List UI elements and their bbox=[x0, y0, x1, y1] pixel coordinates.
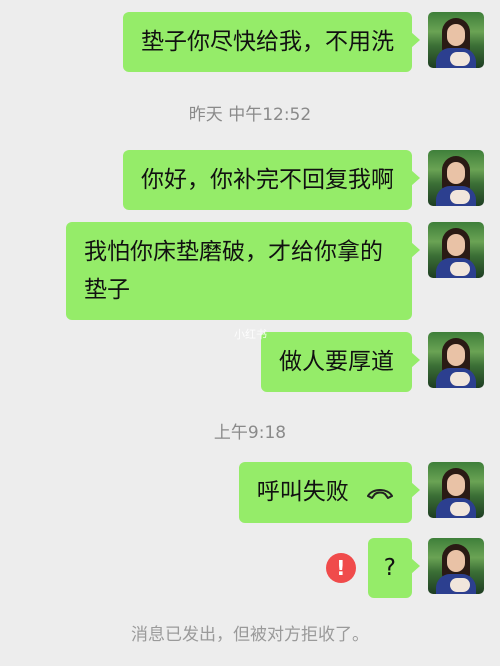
avatar[interactable] bbox=[428, 12, 484, 68]
message-text: 做人要厚道 bbox=[279, 349, 394, 375]
message-row: 你好，你补完不回复我啊 bbox=[123, 150, 484, 210]
message-bubble[interactable]: ? bbox=[367, 538, 421, 598]
message-row: 垫子你尽快给我，不用洗 bbox=[123, 12, 484, 72]
avatar[interactable] bbox=[428, 222, 484, 278]
avatar[interactable] bbox=[428, 462, 484, 518]
message-bubble[interactable]: 我怕你床垫磨破，才给你拿的垫子 bbox=[66, 222, 420, 320]
avatar[interactable] bbox=[428, 150, 484, 206]
message-row: 呼叫失败 bbox=[238, 462, 484, 523]
exclamation-error-icon[interactable]: ! bbox=[325, 553, 356, 583]
message-row: 做人要厚道 bbox=[261, 332, 484, 392]
timestamp: 昨天 中午12:52 bbox=[188, 105, 312, 125]
message-text: 垫子你尽快给我，不用洗 bbox=[141, 29, 394, 55]
message-text: 我怕你床垫磨破，才给你拿的垫子 bbox=[84, 239, 383, 303]
phone-hangup-icon bbox=[366, 474, 394, 512]
call-bubble[interactable]: 呼叫失败 bbox=[238, 462, 421, 523]
message-text: 呼叫失败 bbox=[256, 479, 349, 505]
message-bubble[interactable]: 你好，你补完不回复我啊 bbox=[123, 150, 420, 210]
message-bubble[interactable]: 垫子你尽快给我，不用洗 bbox=[123, 12, 420, 72]
system-notice: 消息已发出，但被对方拒收了。 bbox=[131, 625, 369, 645]
message-bubble[interactable]: 做人要厚道 bbox=[261, 332, 420, 392]
avatar[interactable] bbox=[428, 332, 484, 388]
watermark: 小红书 bbox=[234, 328, 267, 341]
message-row: 我怕你床垫磨破，才给你拿的垫子 bbox=[66, 222, 484, 320]
avatar[interactable] bbox=[428, 538, 484, 594]
timestamp: 上午9:18 bbox=[213, 423, 287, 443]
message-row: ! ? bbox=[325, 538, 484, 598]
message-text: ? bbox=[383, 555, 396, 581]
message-text: 你好，你补完不回复我啊 bbox=[141, 167, 394, 193]
